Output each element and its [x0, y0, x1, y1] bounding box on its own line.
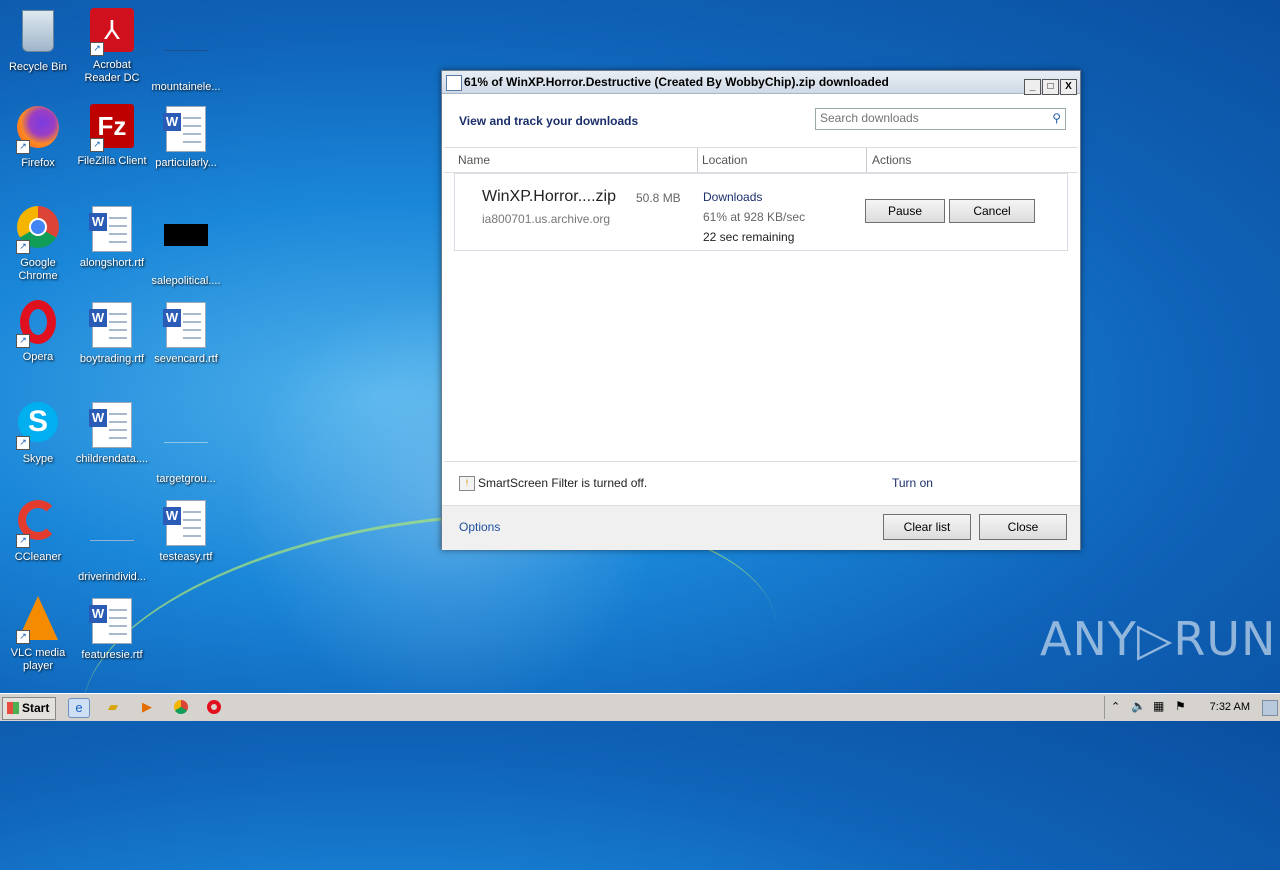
black-file-icon	[164, 224, 208, 272]
download-window-icon	[446, 75, 462, 91]
vlc-icon: ↗	[16, 596, 60, 644]
column-header-name[interactable]: Name	[446, 148, 490, 172]
window-footer: Options Clear list Close	[442, 505, 1080, 550]
action-center-flag-icon[interactable]: ⚑	[1175, 699, 1186, 713]
minimize-button[interactable]: _	[1024, 79, 1041, 95]
smartscreen-bar: ! SmartScreen Filter is turned off. Turn…	[444, 461, 1078, 504]
smartscreen-text: SmartScreen Filter is turned off.	[478, 476, 648, 490]
recycle-bin-icon	[16, 10, 60, 58]
acrobat-icon: ⅄ ↗	[90, 8, 134, 56]
download-progress-text: 61% at 928 KB/sec	[703, 210, 806, 224]
desktop-icon-mountainele[interactable]: mountainele...	[148, 8, 224, 94]
maximize-button[interactable]: □	[1042, 79, 1059, 95]
chrome-icon: ↗	[16, 206, 60, 254]
internet-explorer-icon[interactable]: e	[68, 698, 90, 718]
chrome-taskbar-icon[interactable]	[171, 698, 191, 716]
desktop-icon-targetgrou[interactable]: targetgrou...	[148, 400, 224, 486]
word-doc-icon: W	[163, 500, 208, 548]
taskbar: Start e ▰ ▶ ⌃ 🔈 ▦ ⚑ 7:32 AM	[0, 693, 1280, 721]
search-box: ⚲	[815, 108, 1066, 130]
search-input[interactable]	[816, 109, 1035, 127]
desktop-icon-sevencard[interactable]: W sevencard.rtf	[148, 300, 224, 366]
start-label: Start	[22, 701, 50, 715]
opera-taskbar-icon[interactable]	[204, 698, 224, 716]
desktop-icon-vlc[interactable]: ↗ VLC media player	[0, 596, 76, 673]
column-header-actions: Actions	[872, 153, 912, 167]
desktop-icon-opera[interactable]: ↗ Opera	[0, 300, 76, 364]
shield-warning-icon: !	[459, 476, 475, 491]
desktop-icon-driverindivid[interactable]: driverindivid...	[74, 498, 150, 584]
cancel-button[interactable]: Cancel	[949, 199, 1035, 223]
firefox-icon: ↗	[16, 106, 60, 154]
desktop-icon-childrendata[interactable]: W childrendata....	[74, 400, 150, 466]
pause-button[interactable]: Pause	[865, 199, 945, 223]
system-tray: ⌃ 🔈 ▦ ⚑ 7:32 AM	[1104, 696, 1280, 719]
desktop-icon-chrome[interactable]: ↗ Google Chrome	[0, 204, 76, 283]
folder-icon[interactable]: ▰	[103, 698, 123, 716]
download-location-link[interactable]: Downloads	[703, 190, 762, 204]
download-row[interactable]: WinXP.Horror....zip 50.8 MB ia800701.us.…	[454, 173, 1068, 251]
desktop-icon-filezilla[interactable]: Fz ↗ FileZilla Client	[74, 104, 150, 168]
close-button[interactable]: Close	[979, 514, 1067, 540]
desktop-icon-acrobat[interactable]: ⅄ ↗ Acrobat Reader DC	[74, 8, 150, 85]
word-doc-icon: W	[163, 302, 208, 350]
show-desktop-button[interactable]	[1262, 700, 1278, 716]
desktop-icon-featuresie[interactable]: W featuresie.rtf	[74, 596, 150, 662]
anyrun-watermark: ANY▷RUN	[1040, 612, 1277, 666]
download-size: 50.8 MB	[636, 191, 681, 205]
opera-icon: ↗	[16, 300, 60, 348]
word-doc-icon: W	[89, 598, 134, 646]
blank-file-icon	[164, 422, 208, 470]
column-headers: Name Location Actions	[444, 147, 1078, 173]
show-hidden-icons-icon[interactable]: ⌃	[1111, 700, 1120, 713]
page-heading: View and track your downloads	[459, 114, 639, 128]
desktop-icon-recycle-bin[interactable]: Recycle Bin	[0, 8, 76, 74]
clear-list-button[interactable]: Clear list	[883, 514, 971, 540]
network-icon[interactable]: ▦	[1153, 699, 1164, 713]
desktop-icon-salepolitical[interactable]: salepolitical....	[148, 204, 224, 288]
column-header-location[interactable]: Location	[690, 148, 747, 172]
volume-icon[interactable]: 🔈	[1131, 699, 1146, 713]
download-filename: WinXP.Horror....zip	[482, 188, 616, 205]
word-doc-icon: W	[89, 302, 134, 350]
blank-file-icon	[90, 520, 134, 568]
media-player-icon[interactable]: ▶	[137, 698, 157, 716]
title-bar[interactable]: 61% of WinXP.Horror.Destructive (Created…	[442, 71, 1080, 95]
start-button[interactable]: Start	[2, 697, 56, 720]
blank-file-icon	[164, 30, 208, 78]
word-doc-icon: W	[163, 106, 208, 154]
desktop-icon-skype[interactable]: S ↗ Skype	[0, 400, 76, 466]
desktop-icon-alongshort[interactable]: W alongshort.rtf	[74, 204, 150, 270]
windows-logo-icon	[7, 702, 19, 714]
desktop-icon-testeasy[interactable]: W testeasy.rtf	[148, 498, 224, 564]
close-window-button[interactable]: X	[1060, 79, 1077, 95]
desktop-icon-ccleaner[interactable]: ↗ CCleaner	[0, 498, 76, 564]
desktop-icon-firefox[interactable]: ↗ Firefox	[0, 104, 76, 170]
download-remaining-text: 22 sec remaining	[703, 230, 795, 244]
clock[interactable]: 7:32 AM	[1210, 701, 1250, 713]
ccleaner-icon: ↗	[16, 500, 60, 548]
window-title: 61% of WinXP.Horror.Destructive (Created…	[464, 75, 889, 89]
turn-on-link[interactable]: Turn on	[892, 476, 933, 490]
options-link[interactable]: Options	[459, 520, 500, 534]
word-doc-icon: W	[89, 206, 134, 254]
search-icon[interactable]: ⚲	[1052, 111, 1061, 125]
skype-icon: S ↗	[16, 402, 60, 450]
filezilla-icon: Fz ↗	[90, 104, 134, 152]
word-doc-icon: W	[89, 402, 134, 450]
desktop-icon-boytrading[interactable]: W boytrading.rtf	[74, 300, 150, 366]
downloads-window: 61% of WinXP.Horror.Destructive (Created…	[441, 70, 1081, 550]
download-host: ia800701.us.archive.org	[482, 212, 611, 226]
desktop-icon-particularly[interactable]: W particularly...	[148, 104, 224, 170]
